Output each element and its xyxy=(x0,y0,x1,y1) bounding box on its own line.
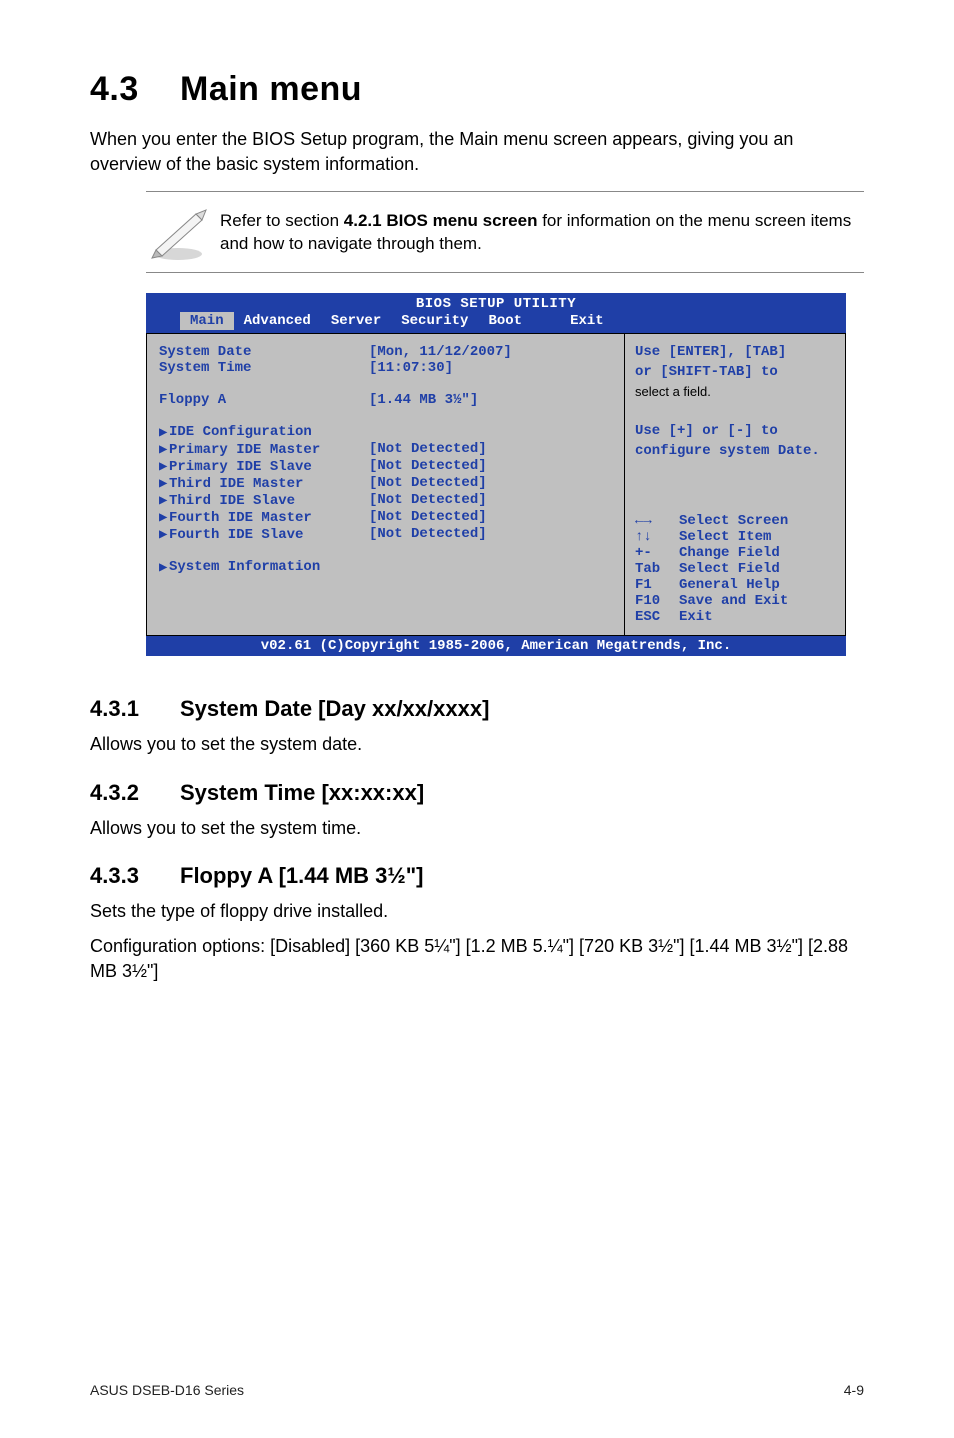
triangle-icon: ▶ xyxy=(159,492,169,509)
triangle-icon: ▶ xyxy=(159,526,169,543)
page-number: 4-9 xyxy=(844,1382,864,1398)
heading-main: 4.3Main menu xyxy=(90,70,864,109)
bios-key: +- xyxy=(635,545,679,561)
heading-title: System Time [xx:xx:xx] xyxy=(180,780,424,805)
bios-key: ←→ xyxy=(635,513,679,529)
heading-title: Main menu xyxy=(180,70,362,108)
heading-432: 4.3.2System Time [xx:xx:xx] xyxy=(90,780,864,806)
note-block: Refer to section 4.2.1 BIOS menu screen … xyxy=(146,191,864,273)
bios-primary-slave-value: [Not Detected] xyxy=(369,458,487,475)
bios-key: F1 xyxy=(635,577,679,593)
bios-third-slave-value: [Not Detected] xyxy=(369,492,487,509)
bios-right-pane: Use [ENTER], [TAB] or [SHIFT-TAB] to sel… xyxy=(625,334,845,635)
bios-system-time-label: System Time xyxy=(159,360,369,376)
bios-floppy-label: Floppy A xyxy=(159,392,369,408)
bios-header: BIOS SETUP UTILITY Main Advanced Server … xyxy=(146,293,846,333)
bios-key-desc: Exit xyxy=(679,609,713,625)
bios-primary-master-value: [Not Detected] xyxy=(369,441,487,458)
heading-431: 4.3.1System Date [Day xx/xx/xxxx] xyxy=(90,696,864,722)
bios-tab-advanced: Advanced xyxy=(234,312,321,330)
intro-paragraph: When you enter the BIOS Setup program, t… xyxy=(90,127,864,177)
bios-key-legend: ←→Select Screen ↑↓Select Item +-Change F… xyxy=(635,513,835,625)
bios-key: F10 xyxy=(635,593,679,609)
bios-fourth-slave-value: [Not Detected] xyxy=(369,526,487,543)
bios-key-desc: Save and Exit xyxy=(679,593,788,609)
bios-key: Tab xyxy=(635,561,679,577)
triangle-icon: ▶ xyxy=(159,475,169,492)
bios-tab-boot: Boot xyxy=(478,312,532,330)
bios-system-date-value: [Mon, 11/12/2007] xyxy=(369,344,512,360)
bios-fourth-master-label: Fourth IDE Master xyxy=(169,510,312,526)
bios-primary-slave-label: Primary IDE Slave xyxy=(169,459,312,475)
bios-help-line: Use [+] or [-] to xyxy=(635,423,835,439)
bios-key-desc: Change Field xyxy=(679,545,780,561)
section-433-text-1: Sets the type of floppy drive installed. xyxy=(90,899,864,924)
triangle-icon: ▶ xyxy=(159,458,169,475)
bios-key: ↑↓ xyxy=(635,529,679,545)
bios-fourth-slave-label: Fourth IDE Slave xyxy=(169,527,303,543)
bios-tab-main: Main xyxy=(180,312,234,330)
bios-key-desc: Select Screen xyxy=(679,513,788,529)
heading-number: 4.3.2 xyxy=(90,780,180,806)
bios-help-line: configure system Date. xyxy=(635,443,835,459)
note-text: Refer to section 4.2.1 BIOS menu screen … xyxy=(220,209,864,257)
bios-fourth-master-value: [Not Detected] xyxy=(369,509,487,526)
bios-system-date-label: System Date xyxy=(159,344,369,360)
bios-screenshot: BIOS SETUP UTILITY Main Advanced Server … xyxy=(146,293,846,656)
bios-help-line: select a field. xyxy=(635,384,835,399)
section-431-text: Allows you to set the system date. xyxy=(90,732,864,757)
bios-system-time-value: [11:07:30] xyxy=(369,360,453,376)
page-footer: ASUS DSEB-D16 Series xyxy=(90,1382,244,1398)
section-432-text: Allows you to set the system time. xyxy=(90,816,864,841)
section-433-text-2: Configuration options: [Disabled] [360 K… xyxy=(90,934,864,984)
bios-key-desc: Select Field xyxy=(679,561,780,577)
heading-title: Floppy A [1.44 MB 3½"] xyxy=(180,863,424,888)
bios-key-desc: Select Item xyxy=(679,529,771,545)
bios-help-line: Use [ENTER], [TAB] xyxy=(635,344,835,360)
bios-tab-exit: Exit xyxy=(560,312,614,330)
heading-number: 4.3 xyxy=(90,70,180,109)
bios-tabs: Main Advanced Server Security Boot Exit xyxy=(146,312,846,330)
heading-433: 4.3.3Floppy A [1.44 MB 3½"] xyxy=(90,863,864,889)
bios-left-pane: System Date[Mon, 11/12/2007] System Time… xyxy=(147,334,625,635)
pencil-note-icon xyxy=(146,200,210,264)
bios-help-line: or [SHIFT-TAB] to xyxy=(635,364,835,380)
heading-number: 4.3.1 xyxy=(90,696,180,722)
bios-third-master-label: Third IDE Master xyxy=(169,476,303,492)
bios-system-information: System Information xyxy=(169,559,320,576)
bios-floppy-value: [1.44 MB 3½"] xyxy=(369,392,478,408)
note-prefix: Refer to section xyxy=(220,211,344,230)
bios-primary-master-label: Primary IDE Master xyxy=(169,442,320,458)
heading-number: 4.3.3 xyxy=(90,863,180,889)
bios-ide-config: IDE Configuration xyxy=(169,424,312,441)
bios-key: ESC xyxy=(635,609,679,625)
triangle-icon: ▶ xyxy=(159,424,169,441)
bios-tab-security: Security xyxy=(391,312,478,330)
bios-tab-server: Server xyxy=(321,312,391,330)
triangle-icon: ▶ xyxy=(159,559,169,576)
triangle-icon: ▶ xyxy=(159,509,169,526)
note-bold: 4.2.1 BIOS menu screen xyxy=(344,211,538,230)
bios-footer: v02.61 (C)Copyright 1985-2006, American … xyxy=(146,636,846,656)
bios-third-slave-label: Third IDE Slave xyxy=(169,493,295,509)
bios-title: BIOS SETUP UTILITY xyxy=(146,296,846,312)
bios-key-desc: General Help xyxy=(679,577,780,593)
bios-body: System Date[Mon, 11/12/2007] System Time… xyxy=(146,333,846,636)
bios-third-master-value: [Not Detected] xyxy=(369,475,487,492)
heading-title: System Date [Day xx/xx/xxxx] xyxy=(180,696,489,721)
triangle-icon: ▶ xyxy=(159,441,169,458)
